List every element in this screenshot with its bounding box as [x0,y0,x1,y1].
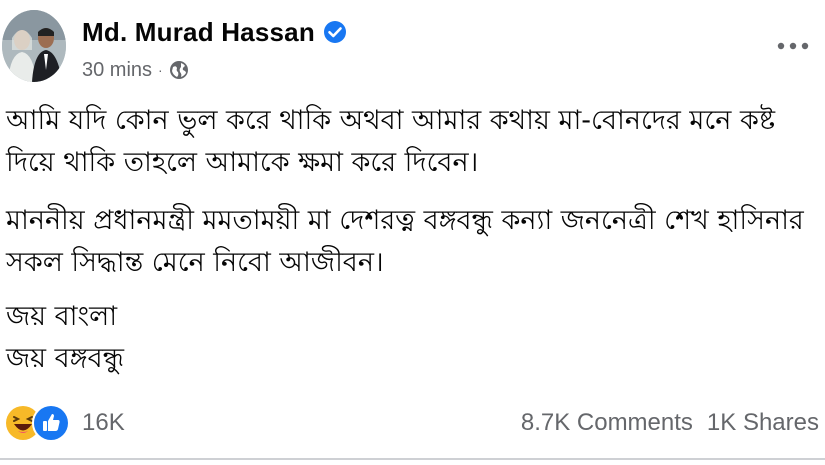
post-closing: জয় বাংলা জয় বঙ্গবন্ধু [6,296,815,380]
more-options-button[interactable] [773,30,813,62]
author-name[interactable]: Md. Murad Hassan [82,17,315,48]
post-timestamp[interactable]: 30 mins [82,59,152,82]
post-footer: 16K 8.7K Comments 1K Shares [0,398,825,448]
post-meta: 30 mins · [82,56,189,84]
footer-divider [0,458,825,460]
post-paragraph-pledge: মাননীয় প্রধানমন্ত্রী মমতাময়ী মা দেশরত্… [6,205,804,278]
like-icon [32,404,70,442]
avatar-photo [2,10,66,82]
author-avatar[interactable] [2,10,66,82]
more-options-icon [777,37,809,55]
closing-line-joy-bangabandhu: জয় বঙ্গবন্ধু [6,343,124,374]
closing-line-joy-bangla: জয় বাংলা [6,301,118,332]
meta-separator: · [158,62,163,78]
facebook-post: Md. Murad Hassan 30 mins · আমি যদি কোন ভ… [0,0,825,465]
reaction-count: 16K [82,409,125,436]
comments-count[interactable]: 8.7K Comments [521,409,693,437]
globe-icon[interactable] [169,60,189,80]
shares-count[interactable]: 1K Shares [707,409,819,437]
reactions-summary[interactable]: 16K [4,404,125,442]
engagement-counts: 8.7K Comments 1K Shares [521,409,819,437]
verified-badge-icon [323,20,347,44]
post-paragraph-apology: আমি যদি কোন ভুল করে থাকি অথবা আমার কথায়… [6,105,776,178]
author-row: Md. Murad Hassan [82,14,347,50]
